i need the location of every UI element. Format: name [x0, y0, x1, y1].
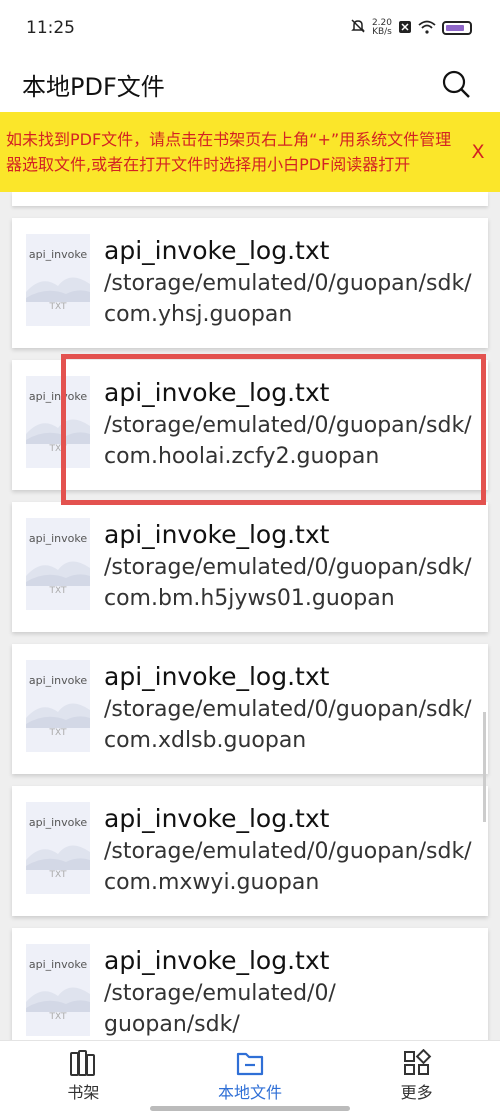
file-thumbnail: api_invoke TXT	[26, 518, 90, 610]
file-card[interactable]: api_invoke TXT api_invoke_log.txt /stora…	[12, 218, 488, 348]
thumbnail-filename: api_invoke	[28, 390, 88, 403]
file-card[interactable]: api_invoke TXT api_invoke_log.txt /stora…	[12, 928, 488, 1040]
file-path: /storage/emulated/0/guopan/sdk/com.mxwyi…	[104, 839, 472, 895]
landscape-icon	[26, 987, 90, 1012]
file-name: api_invoke_log.txt	[104, 662, 330, 691]
file-info: api_invoke_log.txt /storage/emulated/0/g…	[104, 660, 488, 756]
file-path: /storage/emulated/0/guopan/sdk/com.hoola…	[104, 413, 472, 469]
thumbnail-ext: TXT	[49, 444, 67, 454]
file-name: api_invoke_log.txt	[104, 520, 330, 549]
file-thumbnail: api_invoke TXT	[26, 234, 90, 326]
thumbnail-ext: TXT	[49, 586, 67, 596]
page-title: 本地PDF文件	[22, 72, 165, 101]
file-thumbnail: api_invoke TXT	[26, 802, 90, 894]
landscape-icon	[26, 703, 90, 728]
file-card[interactable]: api_invoke TXT api_invoke_log.txt /stora…	[12, 644, 488, 774]
file-path: /storage/emulated/0/guopan/sdk/	[104, 981, 336, 1037]
thumbnail-filename: api_invoke	[28, 674, 88, 687]
nav-more[interactable]: 更多	[347, 1049, 487, 1103]
file-info: api_invoke_log.txt /storage/emulated/0/g…	[104, 944, 488, 1040]
file-info: api_invoke_log.txt /storage/emulated/0/g…	[104, 802, 488, 898]
home-indicator[interactable]	[150, 1106, 350, 1111]
bottom-nav: 书架 本地文件 更多	[0, 1040, 500, 1115]
wifi-icon	[418, 19, 436, 38]
app-bar: 本地PDF文件	[0, 56, 500, 112]
status-bar: 11:25 2.20 KB/s	[0, 0, 500, 56]
file-thumbnail: api_invoke TXT	[26, 944, 90, 1036]
file-info: api_invoke_log.txt /storage/emulated/0/g…	[104, 376, 488, 472]
search-icon[interactable]	[438, 66, 474, 102]
thumbnail-ext: TXT	[49, 1012, 67, 1022]
net-speed: 2.20 KB/s	[371, 18, 392, 37]
nav-local-files[interactable]: 本地文件	[180, 1049, 320, 1103]
file-thumbnail: api_invoke TXT	[26, 660, 90, 752]
scrollbar[interactable]	[483, 712, 486, 822]
nav-label: 书架	[67, 1083, 100, 1102]
mute-bell-icon	[350, 18, 366, 38]
file-list[interactable]: api_invoke TXT api_invoke_log.txt /stora…	[0, 192, 500, 1040]
thumbnail-filename: api_invoke	[28, 532, 88, 545]
nav-bookshelf[interactable]: 书架	[13, 1049, 153, 1103]
no-sim-icon	[398, 19, 412, 38]
bookshelf-icon	[70, 1050, 96, 1076]
thumbnail-filename: api_invoke	[28, 816, 88, 829]
landscape-icon	[26, 277, 90, 302]
file-thumbnail: api_invoke TXT	[26, 376, 90, 468]
landscape-icon	[26, 845, 90, 870]
file-path: /storage/emulated/0/guopan/sdk/com.xdlsb…	[104, 697, 472, 753]
status-icons: 2.20 KB/s	[350, 18, 472, 38]
file-card[interactable]: api_invoke TXT api_invoke_log.txt /stora…	[12, 786, 488, 916]
nav-label: 更多	[400, 1083, 433, 1102]
file-path: /storage/emulated/0/guopan/sdk/com.yhsj.…	[104, 271, 472, 327]
file-card[interactable]: api_invoke TXT api_invoke_log.txt /stora…	[12, 502, 488, 632]
notice-close-button[interactable]: X	[464, 141, 492, 163]
thumbnail-filename: api_invoke	[28, 958, 88, 971]
thumbnail-filename: api_invoke	[28, 248, 88, 261]
folder-icon	[236, 1052, 264, 1076]
grid-more-icon	[403, 1049, 431, 1075]
file-info: api_invoke_log.txt /storage/emulated/0/g…	[104, 234, 488, 330]
notice-text: 如未找到PDF文件，请点击在书架页右上角“+”用系统文件管理器选取文件,或者在打…	[6, 130, 452, 174]
file-path: /storage/emulated/0/guopan/sdk/com.bm.h5…	[104, 555, 472, 611]
landscape-icon	[26, 561, 90, 586]
thumbnail-ext: TXT	[49, 302, 67, 312]
status-time: 11:25	[26, 18, 75, 38]
file-name: api_invoke_log.txt	[104, 236, 330, 265]
thumbnail-ext: TXT	[49, 728, 67, 738]
file-name: api_invoke_log.txt	[104, 378, 330, 407]
notice-banner: 如未找到PDF文件，请点击在书架页右上角“+”用系统文件管理器选取文件,或者在打…	[0, 112, 500, 192]
file-name: api_invoke_log.txt	[104, 946, 330, 975]
list-item-partial	[12, 192, 488, 206]
file-card[interactable]: api_invoke TXT api_invoke_log.txt /stora…	[12, 360, 488, 490]
battery-icon	[442, 21, 472, 35]
nav-label: 本地文件	[217, 1083, 282, 1102]
file-info: api_invoke_log.txt /storage/emulated/0/g…	[104, 518, 488, 614]
landscape-icon	[26, 419, 90, 444]
thumbnail-ext: TXT	[49, 870, 67, 880]
file-name: api_invoke_log.txt	[104, 804, 330, 833]
